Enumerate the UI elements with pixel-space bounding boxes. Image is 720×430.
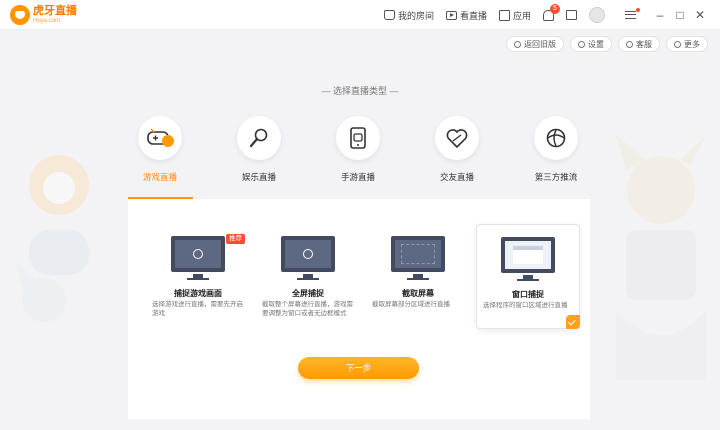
microphone-icon xyxy=(249,128,268,148)
more-label: 更多 xyxy=(684,39,700,49)
category-game-circle xyxy=(138,116,182,160)
gamepad-icon xyxy=(147,128,174,147)
mode-title: 窗口捕捉 xyxy=(512,290,544,299)
watch-live-label: 看直播 xyxy=(459,10,487,21)
more-icon xyxy=(674,40,681,48)
mode-card-screen-region[interactable]: 截取屏幕 截取屏幕部分区域进行直播 xyxy=(366,224,470,329)
heart-icon xyxy=(446,129,468,149)
mode-title: 捕捉游戏画面 xyxy=(174,289,222,298)
undo-icon xyxy=(514,40,521,48)
category-social[interactable]: 交友直播 xyxy=(422,116,492,183)
maximize-button[interactable]: □ xyxy=(670,8,690,22)
apps-label: 应用 xyxy=(512,10,531,21)
mode-description: 选择程序的窗口区域进行直播 xyxy=(483,302,568,309)
mode-title: 全屏捕捉 xyxy=(292,289,324,298)
section-title: — 选择直播类型 — xyxy=(321,86,399,96)
mascot-left-decoration xyxy=(14,155,89,322)
monitor-icon xyxy=(501,237,555,273)
mode-description: 截取整个屏幕进行直播，游戏需要调整为窗口或者无边框模式 xyxy=(262,301,353,317)
monitor-icon xyxy=(171,236,225,272)
settings-button[interactable]: 设置 xyxy=(570,36,612,52)
title-bar: 虎牙直播 Huya.com 我的房间 看直播 应用 5 – □ ✕ xyxy=(0,0,720,30)
close-button[interactable]: ✕ xyxy=(690,8,710,22)
gear-icon xyxy=(578,40,585,48)
bell-icon[interactable]: 5 xyxy=(543,3,560,21)
recommended-badge: 推荐 xyxy=(226,234,245,244)
apps-button[interactable]: 应用 xyxy=(498,9,531,22)
headset-icon xyxy=(626,40,633,48)
avatar[interactable] xyxy=(589,7,605,23)
category-game[interactable]: 游戏直播 xyxy=(125,116,195,183)
category-entertainment[interactable]: 娱乐直播 xyxy=(224,116,294,183)
app-name: 虎牙直播 xyxy=(33,5,77,17)
monitor-icon xyxy=(391,236,445,272)
tool-row: 返回旧版 设置 客服 更多 xyxy=(506,36,708,52)
stream-icon xyxy=(546,128,566,148)
service-button[interactable]: 客服 xyxy=(618,36,660,52)
mode-title: 截取屏幕 xyxy=(402,289,434,298)
back-old-label: 返回旧版 xyxy=(524,39,556,49)
mode-card-window[interactable]: 窗口捕捉 选择程序的窗口区域进行直播 xyxy=(476,224,580,329)
play-icon xyxy=(445,10,457,20)
mode-description: 选择游戏进行直播，需要先开启游戏 xyxy=(152,301,243,317)
category-social-label: 交友直播 xyxy=(439,172,474,182)
category-entertainment-label: 娱乐直播 xyxy=(241,172,276,182)
notification-count: 5 xyxy=(550,3,560,14)
mode-panel: 推荐 捕捉游戏画面 选择游戏进行直播，需要先开启游戏 全屏捕捉 截取整个屏幕进行… xyxy=(128,199,590,419)
mascot-right-decoration xyxy=(616,135,706,380)
category-social-circle xyxy=(435,116,479,160)
app-logo: 虎牙直播 Huya.com xyxy=(10,5,77,25)
watch-live-button[interactable]: 看直播 xyxy=(445,9,487,22)
top-nav: 我的房间 看直播 应用 5 – □ ✕ xyxy=(383,0,710,30)
app-domain: Huya.com xyxy=(33,18,61,24)
my-room-button[interactable]: 我的房间 xyxy=(383,9,434,22)
menu-dot xyxy=(636,8,640,12)
category-third-party-circle xyxy=(534,116,578,160)
mode-card-game-capture[interactable]: 推荐 捕捉游戏画面 选择游戏进行直播，需要先开启游戏 xyxy=(146,224,250,329)
settings-label: 设置 xyxy=(588,39,604,49)
next-step-button[interactable]: 下一步 xyxy=(298,357,419,379)
category-entertainment-circle xyxy=(237,116,281,160)
monitor-icon xyxy=(281,236,335,272)
selected-check-icon xyxy=(566,315,580,329)
home-icon xyxy=(383,10,395,20)
category-mobile-game[interactable]: 手游直播 xyxy=(323,116,393,183)
more-button[interactable]: 更多 xyxy=(666,36,708,52)
store-icon[interactable] xyxy=(566,10,577,20)
category-mobile-game-circle xyxy=(336,116,380,160)
category-third-party[interactable]: 第三方推流 xyxy=(521,116,591,183)
phone-icon xyxy=(350,127,366,149)
grid-icon xyxy=(498,9,510,21)
minimize-button[interactable]: – xyxy=(650,8,670,22)
mode-card-fullscreen[interactable]: 全屏捕捉 截取整个屏幕进行直播，游戏需要调整为窗口或者无边框模式 xyxy=(256,224,360,329)
category-third-party-label: 第三方推流 xyxy=(534,172,578,182)
back-old-version-button[interactable]: 返回旧版 xyxy=(506,36,564,52)
menu-icon[interactable] xyxy=(625,8,640,19)
category-mobile-game-label: 手游直播 xyxy=(340,172,375,182)
mode-description: 截取屏幕部分区域进行直播 xyxy=(372,301,450,308)
my-room-label: 我的房间 xyxy=(397,10,434,21)
service-label: 客服 xyxy=(636,39,652,49)
category-game-label: 游戏直播 xyxy=(142,172,177,182)
huya-logo-icon xyxy=(10,5,30,25)
